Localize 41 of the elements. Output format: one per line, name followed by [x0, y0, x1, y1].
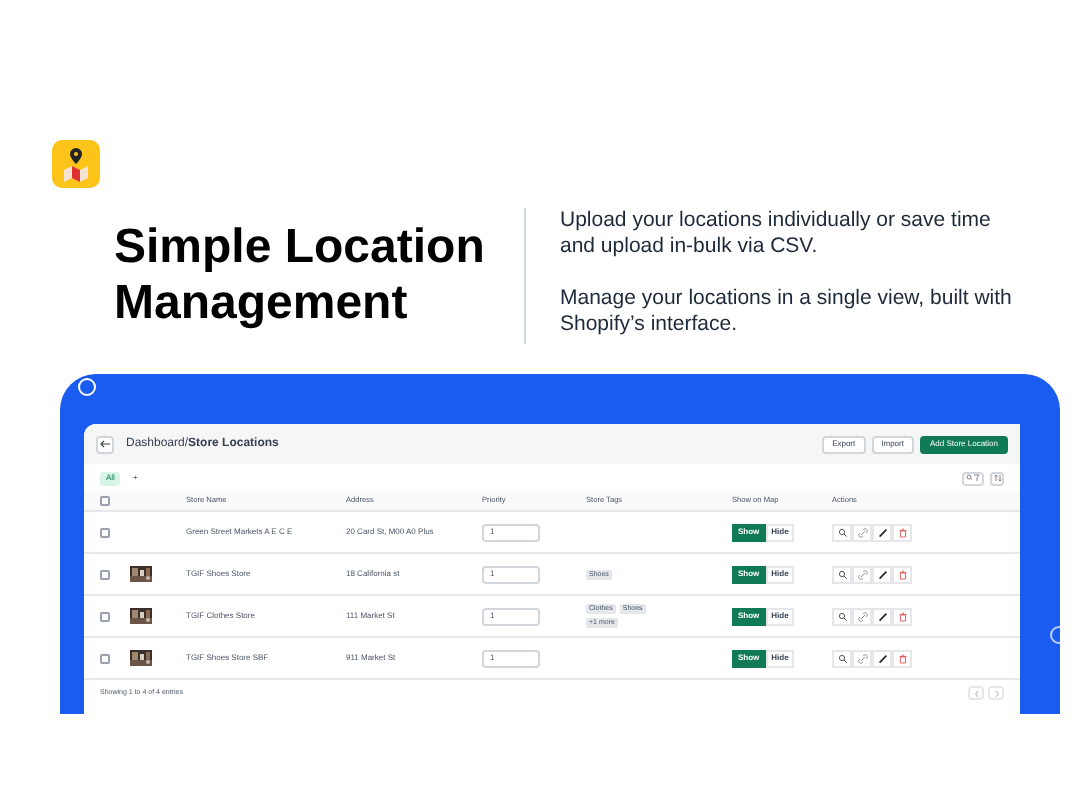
search-icon [837, 611, 847, 621]
back-button[interactable] [96, 435, 114, 453]
pencil-button[interactable] [872, 523, 892, 541]
pencil-button[interactable] [872, 607, 892, 625]
sort-icon [993, 474, 1001, 482]
search-filter-icon [966, 474, 980, 482]
search-icon [837, 527, 847, 537]
sort-button[interactable] [990, 471, 1004, 485]
link-icon [857, 527, 867, 537]
chevron-right-icon [993, 689, 999, 697]
row-checkbox[interactable] [100, 527, 110, 537]
search-button[interactable] [832, 565, 852, 583]
row-checkbox[interactable] [100, 653, 110, 663]
search-button[interactable] [832, 649, 852, 667]
logo-icon [52, 140, 100, 188]
hero-title: Simple Location Management [114, 218, 487, 334]
search-icon [837, 569, 847, 579]
row-checkbox[interactable] [100, 569, 110, 579]
pencil-icon [877, 653, 887, 663]
trash-icon [897, 569, 907, 579]
row-checkbox[interactable] [100, 496, 110, 506]
pencil-icon [877, 611, 887, 621]
trash-icon [897, 527, 907, 537]
trash-icon [897, 653, 907, 663]
pencil-icon [877, 527, 887, 537]
link-icon [857, 653, 867, 663]
search-button[interactable] [832, 523, 852, 541]
link-icon [857, 569, 867, 579]
search-icon [837, 653, 847, 663]
back-arrow-icon [100, 440, 110, 448]
pencil-icon [877, 569, 887, 579]
search-button[interactable] [832, 607, 852, 625]
link-icon [857, 611, 867, 621]
description-paragraph: Upload your locations individually or save time and upload in-bulk via CSV. [560, 208, 993, 260]
chevron-left-icon [973, 689, 979, 697]
row-checkbox[interactable] [100, 611, 110, 621]
trash-icon [897, 611, 907, 621]
pencil-button[interactable] [872, 649, 892, 667]
pencil-button[interactable] [872, 565, 892, 583]
description-paragraph: Manage your locations in a single view, built with Shopify’s interface. [560, 286, 1014, 338]
search-filter-button[interactable] [962, 471, 984, 485]
